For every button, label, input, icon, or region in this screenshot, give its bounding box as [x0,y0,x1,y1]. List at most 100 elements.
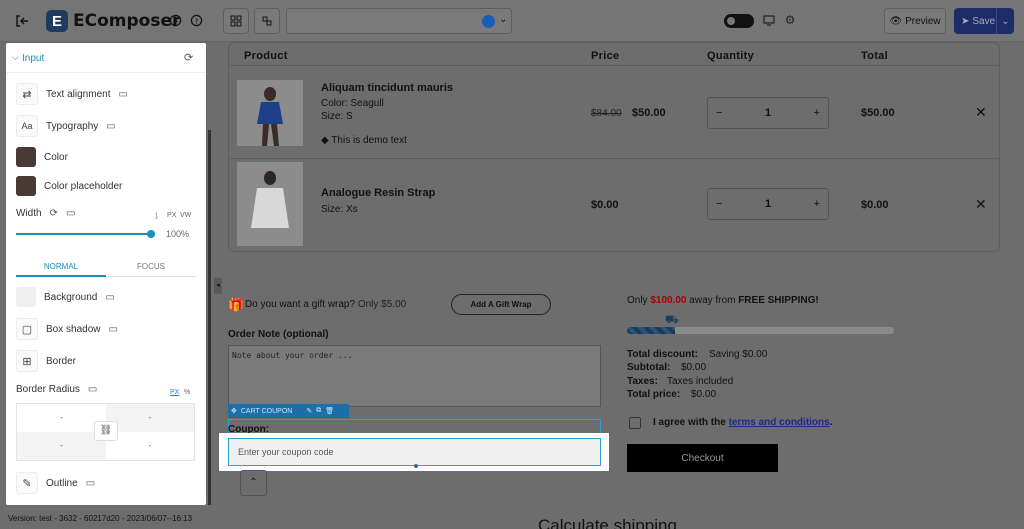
save-button[interactable]: ➤ Save ⌄ [954,8,1014,34]
reset-icon[interactable]: ⟳ [184,51,193,64]
dark-mode-toggle[interactable] [724,14,754,28]
minus-icon[interactable]: − [716,107,722,119]
shipping-middle: away from [689,295,736,306]
send-icon: ➤ [961,15,970,27]
product-image[interactable] [237,80,303,146]
remove-item-icon[interactable]: ✕ [975,196,987,213]
link-icon[interactable]: ⛓ [94,421,118,441]
border-icon: ⊞ [16,350,38,372]
status-icon [482,15,495,28]
discount-label: Total discount: [627,349,698,360]
calculate-shipping-heading: Calculate shipping [538,516,677,529]
gift-question: Do you want a gift wrap? [245,299,356,310]
radius-bottom-left[interactable]: - [17,432,106,460]
gear-icon[interactable]: ⚙ [783,13,797,27]
outline-label: Outline [46,477,78,489]
cart-coupon-element-tag[interactable]: ✥ CART COUPON ✎ ⧉ 🗑 [228,404,349,418]
order-note-textarea[interactable]: Note about your order ... [228,345,601,407]
gift-price: Only $5.00 [357,299,407,310]
page-select[interactable]: ⌄ [286,8,512,34]
checkout-button[interactable]: Checkout [627,444,778,472]
total-value: $0.00 [691,389,717,400]
grid-view-button[interactable] [223,8,249,34]
exit-icon[interactable] [12,11,32,31]
layers-button[interactable] [254,8,280,34]
resize-handle[interactable] [414,464,418,468]
radius-unit-percent[interactable]: % [184,389,190,396]
scroll-to-top-button[interactable]: ⌃ [240,470,267,496]
tab-focus[interactable]: FOCUS [106,257,196,277]
unit-px[interactable]: PX [167,212,176,219]
duplicate-icon[interactable]: ⧉ [316,407,321,415]
header-price: Price [591,50,620,62]
panel-scrollbar[interactable] [208,130,211,505]
reset-icon[interactable]: ⟳ [50,208,58,219]
price: $0.00 [591,199,619,211]
coupon-input[interactable]: Enter your coupon code [228,438,601,466]
product-image[interactable] [237,162,303,246]
old-price: $84.00 [591,108,622,119]
color-placeholder-setting[interactable]: Color placeholder [16,176,122,196]
desktop-icon[interactable] [762,13,776,27]
logo-icon: E [46,10,68,32]
move-icon[interactable]: ✥ [231,407,237,415]
border-setting[interactable]: ⊞ Border [16,350,76,372]
coupon-placeholder: Enter your coupon code [238,447,334,457]
quantity-stepper: − 1 + [707,97,829,129]
product-name[interactable]: Analogue Resin Strap [321,187,435,199]
radius-bottom-right[interactable]: - [106,432,194,460]
remove-item-icon[interactable]: ✕ [975,104,987,121]
edit-icon[interactable]: ✎ [306,407,312,415]
text-alignment-setting[interactable]: ⇄ Text alignment ▭ [16,83,128,105]
preview-button[interactable]: 👁 Preview [884,8,946,34]
panel-header[interactable]: ⌵ Input ⟳ [6,43,206,73]
radius-top-left[interactable]: - [17,404,106,432]
subtotal-label: Subtotal: [627,362,671,373]
width-slider[interactable] [16,230,155,238]
eye-icon: 👁 [889,15,903,27]
product-color: Color: Seagull [321,98,384,109]
monitor-icon: ▭ [87,384,98,395]
quantity-value[interactable]: 1 [765,107,771,119]
radius-unit-px[interactable]: PX [170,389,179,396]
color-swatch[interactable] [16,147,36,167]
box-shadow-label: Box shadow [46,323,101,335]
background-label: Background [44,291,98,303]
shipping-amount: $100.00 [650,295,687,306]
swap-icon: ⇄ [16,83,38,105]
color-placeholder-swatch[interactable] [16,176,36,196]
quantity-value[interactable]: 1 [765,198,771,210]
trash-icon[interactable]: 🗑 [325,407,334,415]
radius-top-right[interactable]: - [106,404,194,432]
color-setting[interactable]: Color [16,147,68,167]
background-swatch[interactable] [16,287,36,307]
minus-icon[interactable]: − [716,198,722,210]
checkout-label: Checkout [681,452,724,464]
link-icon[interactable]: ⟆ [155,212,158,220]
terms-checkbox[interactable] [629,417,641,429]
plus-icon[interactable]: + [814,107,820,119]
tab-normal[interactable]: NORMAL [16,257,106,277]
collapse-panel-icon[interactable]: ◂ [214,278,222,294]
header-quantity: Quantity [707,50,755,62]
plus-icon[interactable]: + [814,198,820,210]
unit-vw[interactable]: VW [180,212,191,219]
help-icon[interactable]: ? [188,12,204,28]
slider-handle[interactable] [147,230,155,238]
save-options-chevron-icon[interactable]: ⌄ [996,8,1014,34]
border-radius-setting: Border Radius ▭ [16,384,97,395]
outline-setting[interactable]: ✎ Outline ▭ [16,472,95,494]
history-icon[interactable] [167,12,183,28]
background-setting[interactable]: Background ▭ [16,287,115,307]
add-gift-wrap-button[interactable]: Add A Gift Wrap [451,294,551,315]
state-tabs: NORMAL FOCUS [16,257,196,277]
chevron-down-icon: ⌄ [499,14,508,25]
version-info: Version: test - 3632 - 60217d20 - 2023/0… [8,514,193,523]
box-shadow-setting[interactable]: ▢ Box shadow ▭ [16,318,118,340]
product-name[interactable]: Aliquam tincidunt mauris [321,82,453,94]
cart-table [228,42,1000,252]
gift-text: Do you want a gift wrap? Only $5.00 [245,299,406,310]
product-note: ◆ This is demo text [321,135,407,146]
typography-setting[interactable]: Aa Typography ▭ [16,115,116,137]
terms-link[interactable]: terms and conditions [729,417,830,428]
